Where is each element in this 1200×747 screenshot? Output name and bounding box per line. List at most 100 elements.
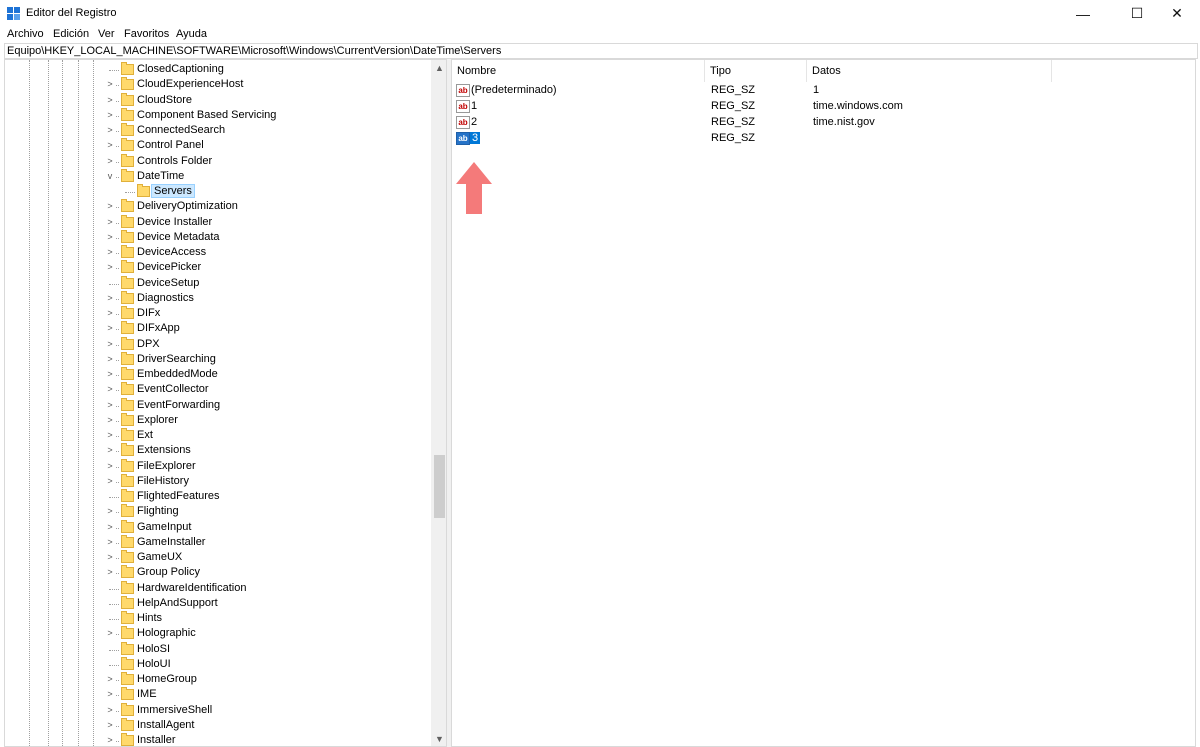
chevron-right-icon[interactable]: > — [105, 627, 115, 641]
chevron-right-icon[interactable]: > — [105, 200, 115, 214]
chevron-right-icon[interactable]: > — [105, 154, 115, 168]
tree-item[interactable]: > Installer — [5, 733, 431, 746]
tree-item[interactable]: HoloUI — [5, 656, 431, 672]
chevron-right-icon[interactable]: > — [105, 246, 115, 259]
tree-item[interactable]: > Extensions — [5, 443, 431, 458]
address-bar[interactable]: Equipo\HKEY_LOCAL_MACHINE\SOFTWARE\Micro… — [4, 43, 1198, 59]
tree-item[interactable]: > ConnectedSearch — [5, 123, 431, 138]
tree-item[interactable]: Servers — [5, 184, 431, 199]
tree-item[interactable]: > Explorer — [5, 412, 431, 428]
tree-item[interactable]: FlightedFeatures — [5, 489, 431, 504]
chevron-right-icon[interactable]: > — [105, 261, 115, 275]
chevron-right-icon[interactable]: > — [105, 718, 115, 732]
column-header-type[interactable]: Tipo — [705, 60, 807, 82]
chevron-right-icon[interactable]: > — [105, 673, 115, 686]
tree-item[interactable]: > HomeGroup — [5, 672, 431, 687]
key-tree-pane[interactable]: ClosedCaptioning > CloudExperienceHost > Clo… — [4, 59, 447, 747]
chevron-right-icon[interactable]: > — [105, 734, 115, 746]
chevron-right-icon[interactable]: > — [105, 703, 115, 717]
values-list-pane[interactable]: Nombre Tipo Datos ab (Predeterminado) REG_… — [451, 59, 1196, 747]
column-header-name[interactable]: Nombre — [452, 60, 705, 82]
chevron-right-icon[interactable]: > — [105, 505, 115, 519]
chevron-right-icon[interactable]: > — [105, 291, 115, 305]
chevron-right-icon[interactable]: > — [105, 337, 115, 351]
chevron-right-icon[interactable]: > — [105, 474, 115, 488]
chevron-down-icon[interactable]: v — [105, 169, 115, 183]
tree-item[interactable]: > Control Panel — [5, 138, 431, 153]
tree-item[interactable]: > IME — [5, 687, 431, 702]
tree-item[interactable]: > DeliveryOptimization — [5, 199, 431, 214]
close-button[interactable]: ✕ — [1154, 0, 1200, 27]
value-row[interactable]: ab 2 REG_SZ time.nist.gov — [452, 115, 1197, 131]
tree-item[interactable]: > Holographic — [5, 626, 431, 641]
column-header-data[interactable]: Datos — [807, 60, 1052, 82]
chevron-right-icon[interactable]: > — [105, 124, 115, 137]
value-row[interactable]: ab 3 REG_SZ — [452, 131, 1197, 147]
tree-item[interactable]: ClosedCaptioning — [5, 62, 431, 77]
tree-item[interactable]: > EventForwarding — [5, 397, 431, 413]
scroll-down-arrow-icon[interactable]: ▼ — [431, 731, 446, 746]
chevron-right-icon[interactable]: > — [105, 459, 115, 473]
chevron-right-icon[interactable]: > — [105, 383, 115, 397]
chevron-right-icon[interactable]: > — [105, 444, 115, 458]
tree-item[interactable]: > DevicePicker — [5, 260, 431, 275]
tree-item[interactable]: > InstallAgent — [5, 717, 431, 733]
chevron-right-icon[interactable]: > — [105, 535, 115, 549]
tree-item[interactable]: Hints — [5, 611, 431, 626]
tree-item[interactable]: > GameInstaller — [5, 534, 431, 550]
menu-archivo[interactable]: Archivo — [7, 28, 44, 40]
chevron-right-icon[interactable]: > — [105, 108, 115, 122]
chevron-right-icon[interactable]: > — [105, 78, 115, 92]
tree-scrollbar[interactable]: ▲ ▼ — [431, 60, 446, 746]
tree-item[interactable]: v DateTime — [5, 168, 431, 184]
chevron-right-icon[interactable]: > — [105, 551, 115, 564]
chevron-right-icon[interactable]: > — [105, 307, 115, 320]
menu-edicion[interactable]: Edición — [53, 28, 89, 40]
scroll-thumb[interactable] — [434, 455, 445, 518]
tree-item[interactable]: > EmbeddedMode — [5, 367, 431, 382]
tree-item[interactable]: > DriverSearching — [5, 351, 431, 367]
tree-item[interactable]: > ImmersiveShell — [5, 702, 431, 718]
chevron-right-icon[interactable]: > — [105, 139, 115, 153]
menu-ver[interactable]: Ver — [98, 28, 115, 40]
menu-favoritos[interactable]: Favoritos — [124, 28, 169, 40]
chevron-right-icon[interactable]: > — [105, 398, 115, 412]
chevron-right-icon[interactable]: > — [105, 93, 115, 107]
chevron-right-icon[interactable]: > — [105, 215, 115, 229]
menu-ayuda[interactable]: Ayuda — [176, 28, 207, 40]
chevron-right-icon[interactable]: > — [105, 413, 115, 427]
tree-item[interactable]: > FileHistory — [5, 473, 431, 489]
chevron-right-icon[interactable]: > — [105, 230, 115, 244]
chevron-right-icon[interactable]: > — [105, 520, 115, 534]
value-row[interactable]: ab (Predeterminado) REG_SZ 1 — [452, 83, 1197, 99]
tree-item[interactable]: > Flighting — [5, 504, 431, 519]
chevron-right-icon[interactable]: > — [105, 688, 115, 702]
tree-item[interactable]: > EventCollector — [5, 382, 431, 397]
tree-item[interactable]: > DIFx — [5, 306, 431, 321]
tree-item[interactable]: > Controls Folder — [5, 153, 431, 169]
tree-item[interactable]: > Device Metadata — [5, 229, 431, 245]
tree-item[interactable]: DeviceSetup — [5, 275, 431, 291]
tree-item[interactable]: > Diagnostics — [5, 290, 431, 306]
chevron-right-icon[interactable]: > — [105, 322, 115, 336]
tree-item[interactable]: > FileExplorer — [5, 458, 431, 474]
tree-item[interactable]: > Ext — [5, 428, 431, 443]
tree-item[interactable]: > DPX — [5, 336, 431, 352]
tree-item[interactable]: > DIFxApp — [5, 321, 431, 336]
chevron-right-icon[interactable]: > — [105, 368, 115, 381]
tree-item[interactable]: > DeviceAccess — [5, 245, 431, 260]
tree-item[interactable]: > GameInput — [5, 519, 431, 535]
tree-item[interactable]: HardwareIdentification — [5, 580, 431, 596]
tree-item[interactable]: > Group Policy — [5, 565, 431, 580]
tree-item[interactable]: HelpAndSupport — [5, 595, 431, 611]
chevron-right-icon[interactable]: > — [105, 566, 115, 580]
chevron-right-icon[interactable]: > — [105, 429, 115, 442]
minimize-button[interactable]: — — [1060, 0, 1106, 27]
chevron-right-icon[interactable]: > — [105, 352, 115, 366]
tree-item[interactable]: > Device Installer — [5, 214, 431, 230]
value-row[interactable]: ab 1 REG_SZ time.windows.com — [452, 99, 1197, 115]
tree-item[interactable]: > CloudExperienceHost — [5, 77, 431, 92]
scroll-up-arrow-icon[interactable]: ▲ — [431, 60, 446, 77]
tree-item[interactable]: > GameUX — [5, 550, 431, 565]
tree-item[interactable]: HoloSI — [5, 641, 431, 657]
